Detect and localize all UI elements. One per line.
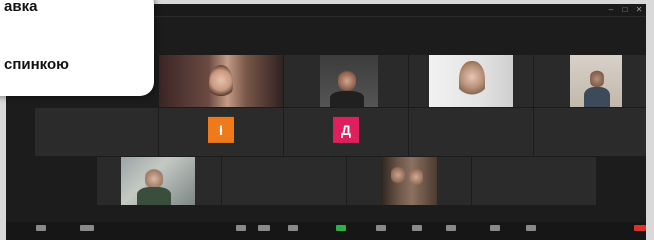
- participant-tile[interactable]: [408, 54, 534, 108]
- participant-tile[interactable]: [533, 107, 646, 157]
- participant-tile[interactable]: І: [158, 107, 284, 157]
- more-icon[interactable]: [526, 225, 536, 231]
- share-screen-icon[interactable]: [336, 225, 346, 231]
- caption-overlay: авка спинкою: [0, 0, 154, 96]
- participant-shirt: [584, 87, 610, 107]
- participant-tile[interactable]: [96, 156, 222, 206]
- participant-tile[interactable]: [283, 54, 409, 108]
- participant-shirt: [137, 187, 171, 205]
- participant-tile[interactable]: [408, 107, 534, 157]
- end-meeting-button[interactable]: [634, 225, 646, 231]
- minimize-icon[interactable]: –: [604, 4, 618, 16]
- participant-tile[interactable]: Д: [283, 107, 409, 157]
- close-icon[interactable]: ✕: [632, 4, 646, 16]
- participant-face: [409, 167, 423, 187]
- meeting-toolbar: [6, 222, 646, 240]
- participant-tile[interactable]: [533, 54, 646, 108]
- participant-face: [459, 61, 485, 101]
- participant-shirt: [330, 91, 364, 107]
- whiteboard-icon[interactable]: [490, 225, 500, 231]
- participant-tile[interactable]: [221, 156, 347, 206]
- maximize-icon[interactable]: □: [618, 4, 632, 16]
- chat-icon[interactable]: [288, 225, 298, 231]
- participant-avatar: Д: [333, 116, 359, 143]
- participant-face: [338, 69, 356, 93]
- participant-face: [590, 69, 604, 89]
- participant-tile[interactable]: [158, 54, 284, 108]
- caption-line-1: авка: [4, 0, 38, 15]
- participant-face: [209, 65, 233, 99]
- video-icon[interactable]: [80, 225, 94, 231]
- caption-line-2: спинкою: [4, 56, 69, 73]
- participants-icon[interactable]: [258, 225, 270, 231]
- apps-icon[interactable]: [446, 225, 456, 231]
- participant-tile[interactable]: [34, 107, 159, 157]
- record-icon[interactable]: [376, 225, 386, 231]
- participant-face: [391, 165, 405, 185]
- security-icon[interactable]: [236, 225, 246, 231]
- participant-tile[interactable]: [346, 156, 472, 206]
- mic-icon[interactable]: [36, 225, 46, 231]
- reactions-icon[interactable]: [412, 225, 422, 231]
- participant-avatar: І: [208, 116, 234, 143]
- participant-tile[interactable]: [471, 156, 597, 206]
